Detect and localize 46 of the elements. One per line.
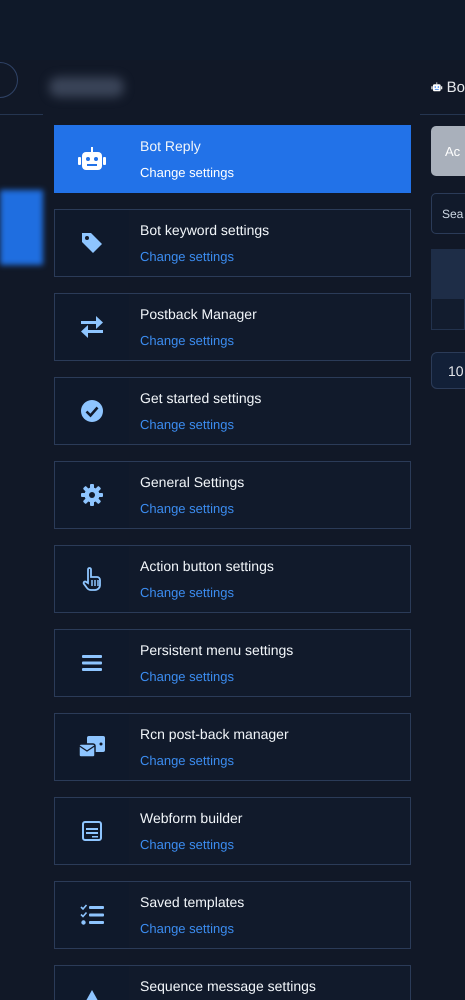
tag-icon bbox=[80, 231, 104, 255]
settings-card[interactable]: Saved templates Change settings bbox=[54, 881, 411, 949]
settings-card[interactable]: Bot keyword settings Change settings bbox=[54, 209, 411, 277]
card-title: General Settings bbox=[140, 474, 244, 490]
settings-card[interactable]: Postback Manager Change settings bbox=[54, 293, 411, 361]
envelope-card-icon bbox=[78, 735, 106, 759]
menu-icon bbox=[82, 654, 102, 672]
change-settings-link[interactable]: Change settings bbox=[140, 837, 242, 852]
page-size-select[interactable]: 10 bbox=[431, 352, 465, 389]
pointing-hand-icon bbox=[82, 567, 102, 591]
card-title: Action button settings bbox=[140, 558, 274, 574]
settings-card[interactable]: Action button settings Change settings bbox=[54, 545, 411, 613]
swap-arrows-icon bbox=[80, 316, 104, 338]
change-settings-link[interactable]: Change settings bbox=[140, 249, 270, 264]
form-icon bbox=[81, 820, 103, 842]
change-settings-link[interactable]: Change settings bbox=[140, 921, 244, 936]
checklist-icon bbox=[80, 904, 104, 926]
settings-card[interactable]: Get started settings Change settings bbox=[54, 377, 411, 445]
change-settings-link[interactable]: Change settings bbox=[140, 333, 257, 348]
change-settings-link[interactable]: Change settings bbox=[140, 417, 262, 432]
search-field[interactable]: Sea bbox=[431, 193, 465, 234]
settings-card[interactable]: Bot Reply Change settings bbox=[54, 125, 411, 193]
card-title: Sequence message settings bbox=[140, 978, 316, 994]
card-title: Bot Reply bbox=[140, 138, 202, 154]
settings-card[interactable]: Persistent menu settings Change settings bbox=[54, 629, 411, 697]
change-settings-link[interactable]: Change settings bbox=[140, 165, 234, 180]
bot-title: Bo bbox=[446, 78, 465, 96]
gear-icon bbox=[81, 484, 103, 506]
change-settings-link[interactable]: Change settings bbox=[140, 501, 244, 516]
card-title: Rcn post-back manager bbox=[140, 726, 289, 742]
change-settings-link[interactable]: Change settings bbox=[140, 669, 294, 684]
change-settings-link[interactable]: Change settings bbox=[140, 753, 289, 768]
change-settings-link[interactable]: Change settings bbox=[140, 585, 274, 600]
check-circle-icon bbox=[80, 399, 104, 423]
settings-card[interactable]: Rcn post-back manager Change settings bbox=[54, 713, 411, 781]
settings-card[interactable]: Sequence message settings bbox=[54, 965, 411, 1000]
card-title: Postback Manager bbox=[140, 306, 257, 322]
table-header bbox=[431, 249, 465, 299]
card-title: Persistent menu settings bbox=[140, 642, 294, 658]
robot-icon bbox=[77, 147, 107, 171]
card-title: Bot keyword settings bbox=[140, 222, 270, 238]
card-title: Webform builder bbox=[140, 810, 242, 826]
card-title: Get started settings bbox=[140, 390, 262, 406]
card-title: Saved templates bbox=[140, 894, 244, 910]
settings-card[interactable]: General Settings Change settings bbox=[54, 461, 411, 529]
settings-card[interactable]: Webform builder Change settings bbox=[54, 797, 411, 865]
